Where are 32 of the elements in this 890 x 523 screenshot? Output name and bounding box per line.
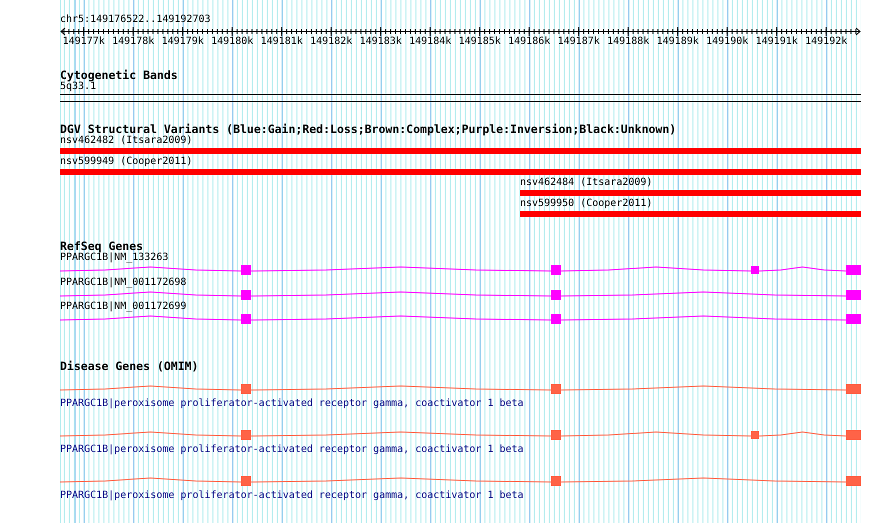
ruler-label: 149189k bbox=[656, 36, 699, 47]
ruler-label: 149184k bbox=[409, 36, 452, 47]
ruler-label: 149190k bbox=[706, 36, 748, 47]
track-title: RefSeq Genes bbox=[60, 240, 144, 252]
ruler-label: 149183k bbox=[360, 36, 402, 47]
track-title: DGV Structural Variants (Blue:Gain;Red:Loss;Brown:Complex;Purple:Inversion;Black:Unknown) bbox=[60, 123, 676, 135]
ruler-label: 149187k bbox=[558, 36, 600, 47]
location-label: chr5:149176522..149192703 bbox=[60, 14, 211, 26]
ruler-label: 149179k bbox=[162, 36, 204, 47]
disease-gene-label: PPARGC1B|peroxisome proliferator-activated receptor gamma, coactivator 1 beta bbox=[60, 490, 524, 502]
variant-label: nsv462482 (Itsara2009) bbox=[60, 135, 192, 147]
ruler-label: 149186k bbox=[508, 36, 550, 47]
transcript-label: PPARGC1B|NM_001172699 bbox=[60, 301, 186, 313]
ruler-label: 149185k bbox=[458, 36, 501, 47]
track-title: Cytogenetic Bands bbox=[60, 69, 178, 81]
variant-label: nsv462484 (Itsara2009) bbox=[520, 177, 652, 189]
ruler-label: 149180k bbox=[211, 36, 254, 47]
disease-gene-label: PPARGC1B|peroxisome proliferator-activated receptor gamma, coactivator 1 beta bbox=[60, 444, 524, 456]
ruler-label: 149178k bbox=[112, 36, 154, 47]
ruler-label: 149188k bbox=[607, 36, 650, 47]
track-title: Disease Genes (OMIM) bbox=[60, 360, 198, 372]
transcript-label: PPARGC1B|NM_133263 bbox=[60, 252, 168, 264]
band-label: 5q33.1 bbox=[60, 81, 96, 93]
ruler-label: 149191k bbox=[756, 36, 798, 47]
variant-label: nsv599950 (Cooper2011) bbox=[520, 198, 652, 210]
transcript-label: PPARGC1B|NM_001172698 bbox=[60, 276, 186, 288]
ruler-label: 149177k bbox=[62, 36, 105, 47]
ruler-label: 149181k bbox=[260, 36, 303, 47]
disease-gene-label: PPARGC1B|peroxisome proliferator-activated receptor gamma, coactivator 1 beta bbox=[60, 398, 524, 410]
ruler-label: 149192k bbox=[805, 36, 848, 47]
ruler-label: 149182k bbox=[310, 36, 352, 47]
variant-label: nsv599949 (Cooper2011) bbox=[60, 156, 192, 168]
